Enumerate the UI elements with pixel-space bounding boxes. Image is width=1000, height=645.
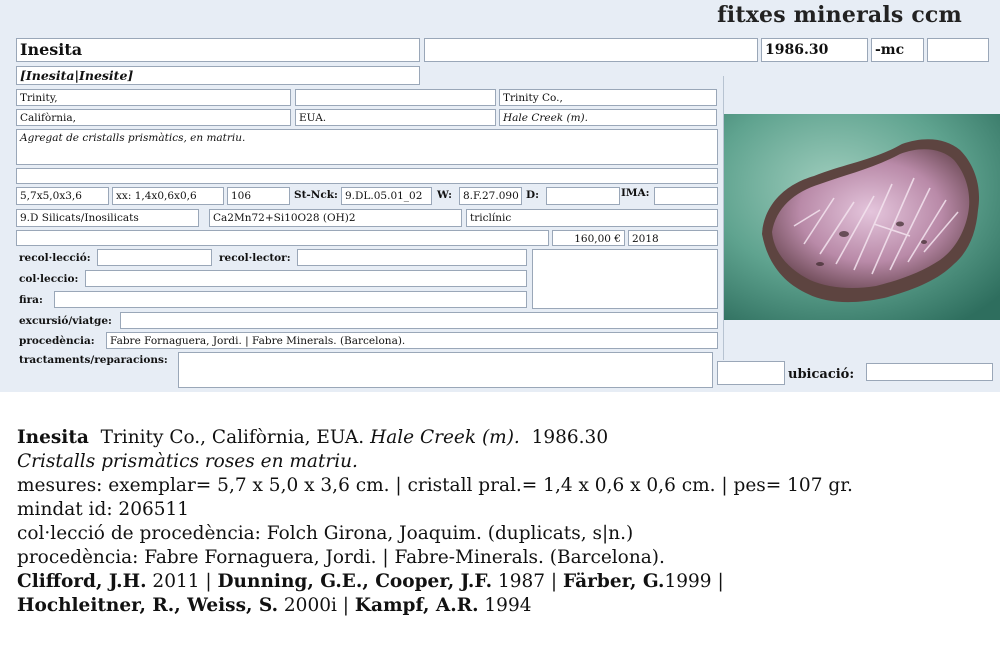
ubicacio-label: ubicació:: [788, 367, 855, 382]
details-mindat: mindat id: 206511: [17, 499, 190, 520]
procedencia-field[interactable]: Fabre Fornaguera, Jordi. | Fabre Mineral…: [106, 332, 718, 349]
details-measures: mesures: exemplar= 5,7 x 5,0 x 3,6 cm. |…: [17, 475, 853, 496]
size-field[interactable]: 5,7x5,0x3,6: [16, 187, 109, 205]
ref-year: 1994: [478, 595, 532, 616]
fira-label: fira:: [19, 294, 43, 306]
details-name: Inesita: [17, 427, 89, 448]
ima-label: IMA:: [621, 187, 650, 199]
w-field[interactable]: 8.F.27.090: [459, 187, 522, 205]
details-references-2: Hochleitner, R., Weiss, S. 2000i | Kampf…: [17, 594, 987, 618]
specimen-details: Inesita Trinity Co., Califòrnia, EUA. Ha…: [17, 426, 987, 618]
description-field[interactable]: Agregat de cristalls prismàtics, en matr…: [16, 129, 718, 165]
ima-field[interactable]: [654, 187, 718, 205]
notes-box[interactable]: [532, 249, 718, 309]
blank-field-6[interactable]: [717, 361, 785, 385]
blank-field-5[interactable]: [16, 230, 549, 246]
procedencia-label: procedència:: [19, 335, 95, 347]
suffix-field[interactable]: -mc: [871, 38, 924, 62]
colleccio-label: col·leccio:: [19, 273, 79, 285]
code-field[interactable]: 1986.30: [761, 38, 868, 62]
recollector-label: recol·lector:: [219, 252, 291, 264]
county-field[interactable]: Trinity Co.,: [499, 89, 717, 106]
st-nck-field[interactable]: 9.DL.05.01_02: [341, 187, 432, 205]
recollector-field[interactable]: [297, 249, 527, 266]
year-field[interactable]: 2018: [628, 230, 718, 246]
details-locality: Trinity Co., Califòrnia, EUA.: [100, 427, 365, 448]
mineral-card: fitxes minerals ccm Inesita 1986.30 -mc …: [0, 0, 1000, 392]
blank-field-1[interactable]: [424, 38, 758, 62]
ubicacio-field[interactable]: [866, 363, 993, 381]
excursio-label: excursió/viatge:: [19, 315, 112, 327]
blank-field-2[interactable]: [927, 38, 989, 62]
recollecio-field[interactable]: [97, 249, 212, 266]
ref-year: 2011 |: [146, 571, 218, 592]
ref-author: Färber, G.: [563, 571, 665, 592]
d-field[interactable]: [546, 187, 620, 205]
ref-author: Clifford, J.H.: [17, 571, 147, 592]
st-nck-label: St-Nck:: [294, 189, 338, 201]
ref-year: 1987 |: [492, 571, 564, 592]
region-field[interactable]: Califòrnia,: [16, 109, 291, 126]
ref-year: 1999 |: [664, 571, 724, 592]
details-title-line: Inesita Trinity Co., Califòrnia, EUA. Ha…: [17, 426, 987, 450]
tractaments-label: tractaments/reparacions:: [19, 354, 168, 366]
details-references-1: Clifford, J.H. 2011 | Dunning, G.E., Coo…: [17, 570, 987, 594]
site-field[interactable]: Hale Creek (m).: [499, 109, 717, 126]
details-code: 1986.30: [531, 427, 609, 448]
ref-author: Dunning, G.E., Cooper, J.F.: [217, 571, 493, 592]
name-field[interactable]: Inesita: [16, 38, 420, 62]
blank-field-3[interactable]: [295, 89, 496, 106]
specimen-image: [724, 114, 1000, 320]
weight-field[interactable]: 106: [227, 187, 290, 205]
details-collection-origin: col·lecció de procedència: Folch Girona,…: [17, 523, 634, 544]
ref-author: Kampf, A.R.: [354, 595, 479, 616]
ref-author: Hochleitner, R., Weiss, S.: [17, 595, 279, 616]
recollecio-label: recol·lecció:: [19, 252, 91, 264]
specimen-photo: [723, 76, 1000, 360]
system-field[interactable]: triclínic: [466, 209, 718, 227]
colleccio-field[interactable]: [85, 270, 527, 287]
formula-field[interactable]: Ca2Mn72+Si10O28 (OH)2: [209, 209, 462, 227]
d-label: D:: [526, 189, 539, 201]
w-label: W:: [437, 189, 452, 201]
country-field[interactable]: EUA.: [295, 109, 496, 126]
details-procedencia: procedència: Fabre Fornaguera, Jordi. | …: [17, 547, 665, 568]
locality-field[interactable]: Trinity,: [16, 89, 291, 106]
excursio-field[interactable]: [120, 312, 718, 329]
synonyms-field[interactable]: [Inesita|Inesite]: [16, 66, 420, 85]
ref-year: 2000i |: [278, 595, 355, 616]
details-site: Hale Creek (m).: [370, 427, 520, 448]
crystal-field[interactable]: xx: 1,4x0,6x0,6: [112, 187, 224, 205]
details-short-desc: Cristalls prismàtics roses en matriu.: [17, 451, 358, 472]
price-field[interactable]: 160,00 €: [552, 230, 625, 246]
fira-field[interactable]: [54, 291, 527, 308]
blank-field-4[interactable]: [16, 168, 718, 184]
tractaments-field[interactable]: [178, 352, 713, 388]
class-field[interactable]: 9.D Silicats/Inosilicats: [16, 209, 199, 227]
brand-title: fitxes minerals ccm: [717, 2, 962, 28]
